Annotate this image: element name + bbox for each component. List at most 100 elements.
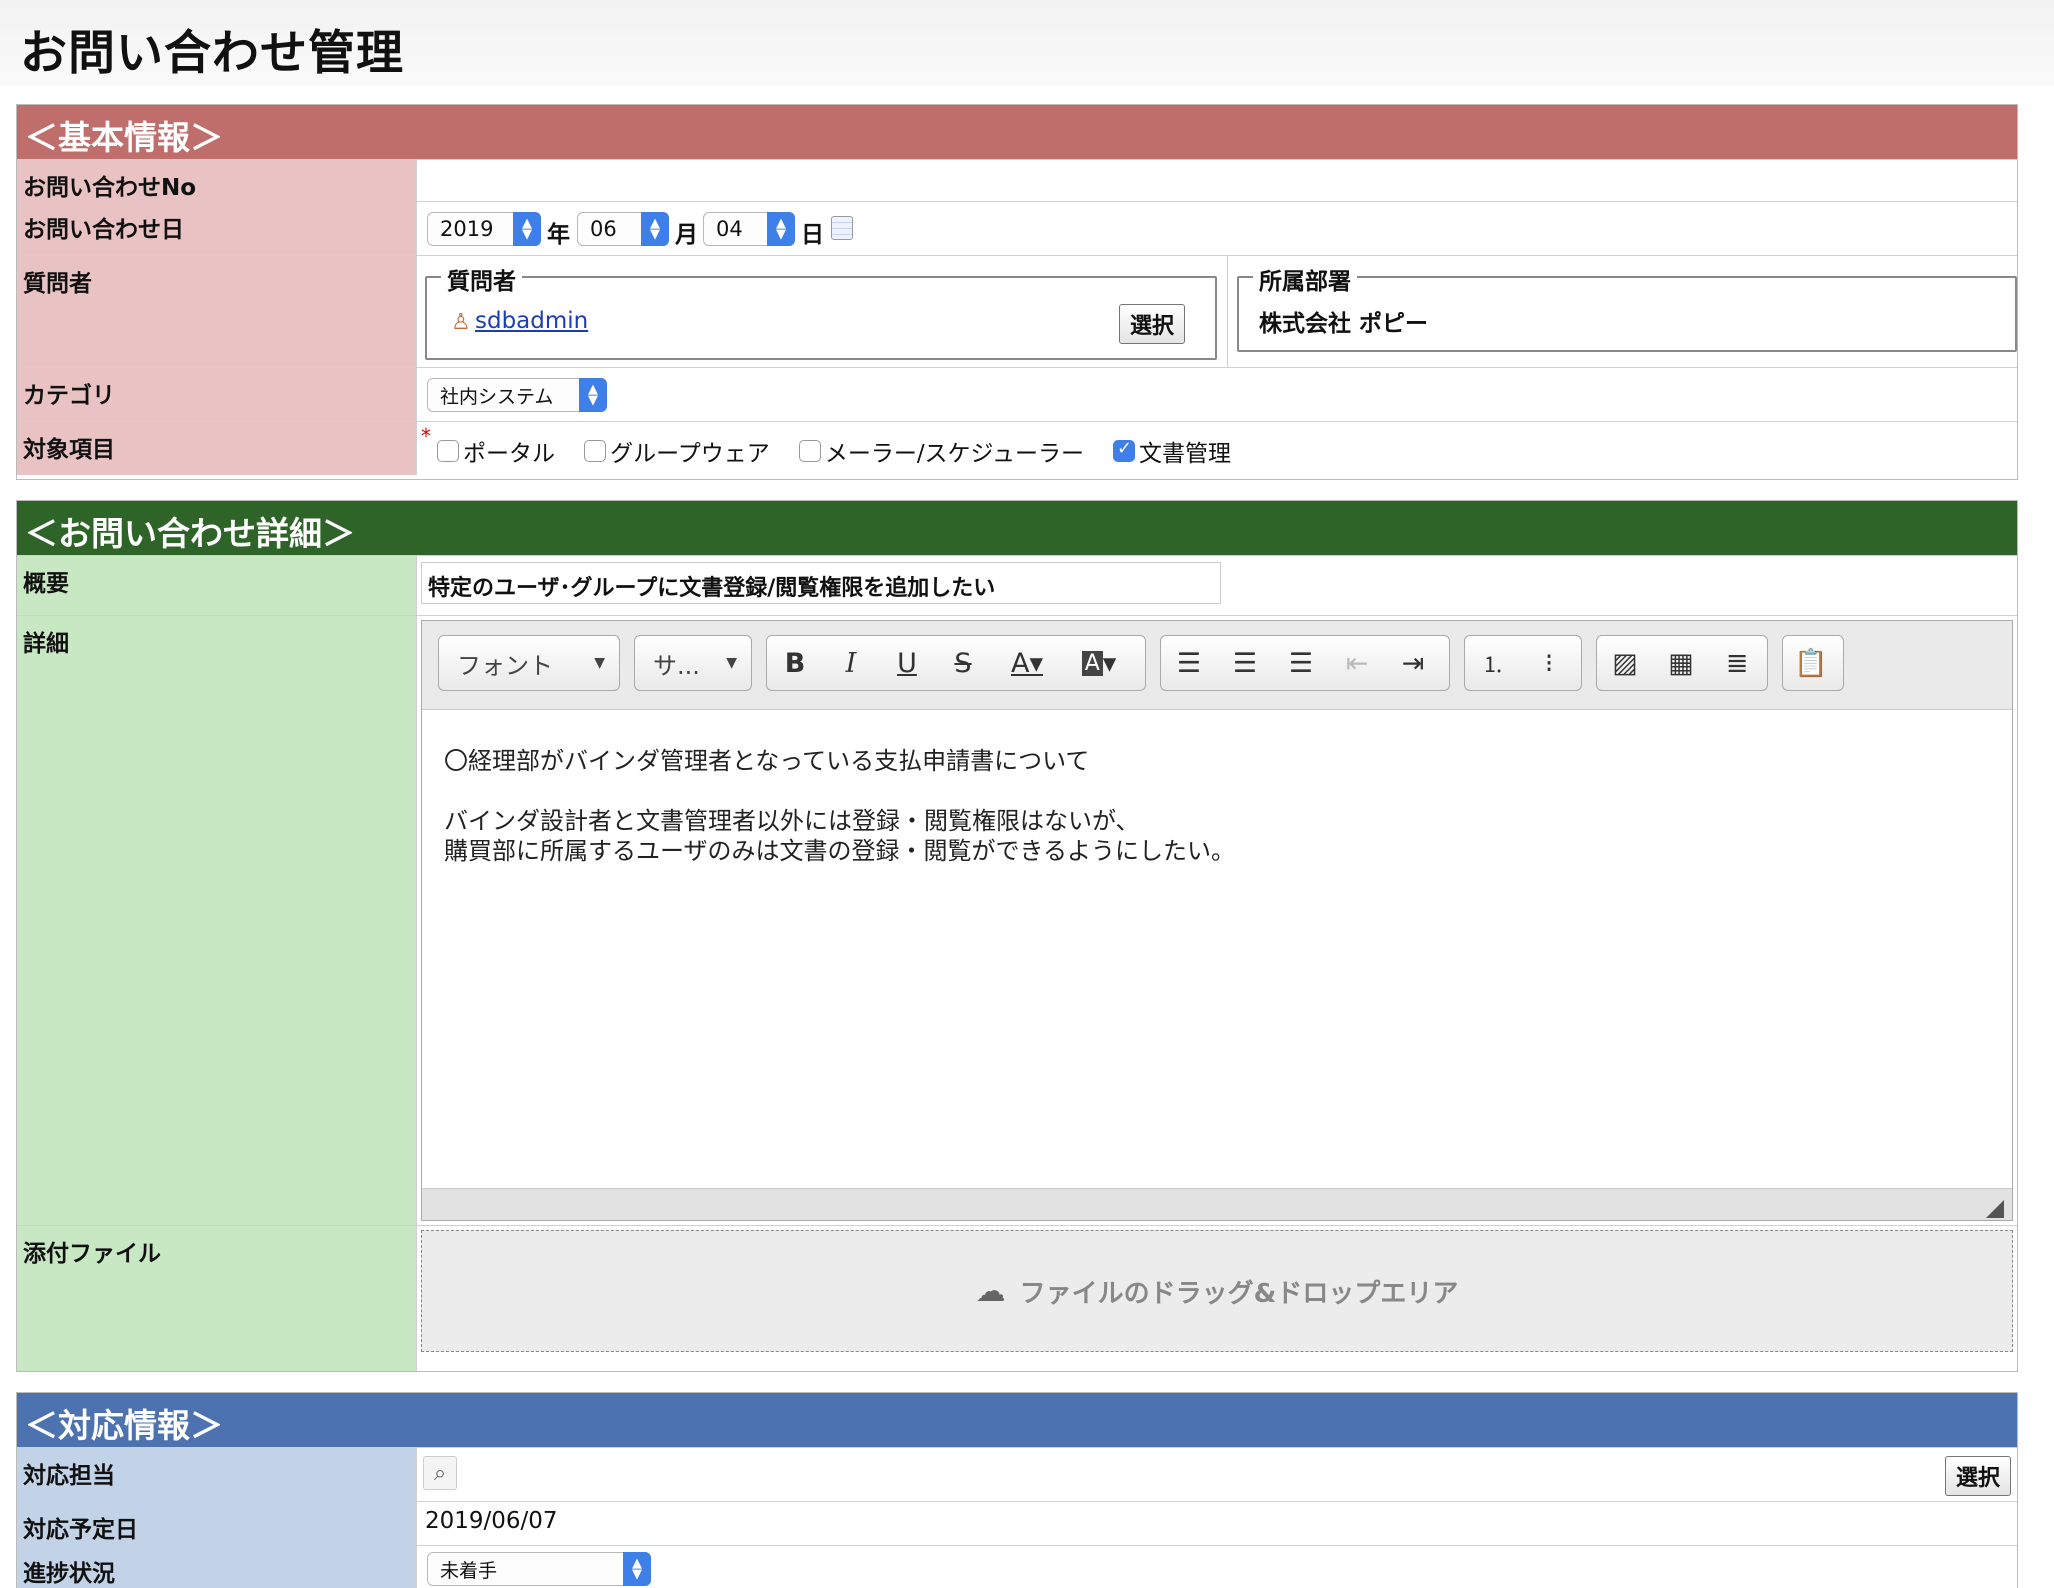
detail-label: 詳細	[17, 616, 417, 1225]
chevron-updown-icon: ▲ ▼	[623, 1552, 651, 1586]
dept-value: 株式会社 ポピー	[1259, 311, 1429, 337]
target-label: 対象項目	[17, 422, 417, 475]
inquiry-date-row: お問い合わせ日 2019 ▲ ▼ 年 06 ▲ ▼ 月 04 ▲ ▼ 日	[17, 201, 2017, 255]
basic-info-header: ＜基本情報＞	[17, 105, 2017, 159]
align-group: ☰ ☰ ☰ ⇤ ⇥	[1160, 635, 1450, 691]
basic-info-section: ＜基本情報＞ お問い合わせNo お問い合わせ日 2019 ▲ ▼ 年 06 ▲ ▼ 月 …	[16, 104, 2018, 480]
align-center-icon[interactable]: ☰	[1217, 635, 1273, 691]
drop-area-text: ファイルのドラッグ&ドロップエリア	[1019, 1278, 1459, 1309]
year-select[interactable]: 2019 ▲ ▼	[427, 212, 541, 246]
status-row: 進捗状況 未着手 ▲ ▼	[17, 1545, 2017, 1588]
text-color-icon[interactable]: A▾	[991, 635, 1063, 691]
background-color-icon[interactable]: A ▾	[1063, 635, 1135, 691]
detail-section: ＜お問い合わせ詳細＞ 概要 特定のユーザ･グループに文書登録/閲覧権限を追加した…	[16, 500, 2018, 1372]
underline-icon[interactable]: U	[879, 635, 935, 691]
day-select[interactable]: 04 ▲ ▼	[703, 212, 795, 246]
editor-line: バインダ設計者と文書管理者以外には登録・閲覧権限はないが、	[444, 807, 1140, 835]
owner-select-button[interactable]: 選択	[1944, 1456, 2011, 1496]
chevron-down-icon: ▼	[726, 655, 737, 671]
target-label-mailer: メーラー/スケジューラー	[824, 441, 1084, 467]
font-dropdown[interactable]: フォント ▼	[438, 635, 620, 691]
chevron-updown-icon: ▲ ▼	[767, 212, 795, 246]
inquiry-no-value	[417, 160, 2017, 201]
target-checkbox-mailer[interactable]	[798, 440, 821, 462]
outdent-icon[interactable]: ⇤	[1329, 635, 1385, 691]
owner-row: 対応担当 ⌕ 選択	[17, 1447, 2017, 1501]
align-right-icon[interactable]: ☰	[1273, 635, 1329, 691]
format-group: B I U S A▾ A ▾	[766, 635, 1146, 691]
size-dropdown[interactable]: サ... ▼	[634, 635, 752, 691]
asker-label: 質問者	[17, 256, 417, 367]
dept-fieldset: 所属部署 株式会社 ポピー	[1237, 262, 2017, 352]
category-select[interactable]: 社内システム ▲ ▼	[427, 378, 607, 412]
calendar-icon[interactable]	[831, 216, 853, 240]
dept-legend: 所属部署	[1253, 262, 1357, 296]
attach-row: 添付ファイル ☁ ファイルのドラッグ&ドロップエリア	[17, 1225, 2017, 1371]
resize-handle-icon[interactable]	[1986, 1200, 2004, 1218]
insert-group: ▨ ▦ ≣	[1596, 635, 1768, 691]
summary-label: 概要	[17, 556, 417, 615]
owner-label: 対応担当	[17, 1448, 417, 1501]
category-label: カテゴリ	[17, 368, 417, 421]
page-header: お問い合わせ管理	[0, 0, 2054, 86]
align-left-icon[interactable]: ☰	[1161, 635, 1217, 691]
rich-text-editor: フォント ▼ サ... ▼ B I U S A▾ A ▾ ☰ ☰ ☰ ⇤ ⇥ ⒈…	[421, 620, 2013, 1221]
target-checkbox-portal[interactable]	[437, 440, 459, 462]
bold-icon[interactable]: B	[767, 635, 823, 691]
chevron-updown-icon: ▲ ▼	[513, 212, 541, 246]
chevron-updown-icon: ▲ ▼	[641, 212, 669, 246]
editor-statusbar	[422, 1188, 2012, 1220]
target-label-document: 文書管理	[1139, 441, 1232, 467]
indent-icon[interactable]: ⇥	[1385, 635, 1441, 691]
list-group: ⒈ ⁝	[1464, 635, 1582, 691]
target-label-portal: ポータル	[463, 441, 555, 467]
target-row: 対象項目 * ポータル グループウェア メーラー/スケジューラー 文書管理	[17, 421, 2017, 475]
inquiry-no-row: お問い合わせNo	[17, 159, 2017, 201]
inquiry-date-label: お問い合わせ日	[17, 202, 417, 255]
editor-line: 〇経理部がバインダ管理者となっている支払申請書について	[444, 747, 1090, 775]
day-unit: 日	[801, 222, 824, 248]
paste-word-group: 📋	[1782, 635, 1844, 691]
target-checkbox-document[interactable]	[1113, 438, 1136, 462]
user-icon: ♙	[451, 310, 471, 335]
detail-row: 詳細 フォント ▼ サ... ▼ B I U S A▾ A ▾ ☰ ☰ ☰ ⇤ …	[17, 615, 2017, 1225]
editor-content[interactable]: 〇経理部がバインダ管理者となっている支払申請書について バインダ設計者と文書管理…	[422, 709, 2012, 1193]
year-unit: 年	[547, 222, 570, 248]
chevron-down-icon: ▼	[594, 655, 605, 671]
bullet-list-icon[interactable]: ⁝	[1521, 635, 1577, 691]
summary-input[interactable]: 特定のユーザ･グループに文書登録/閲覧権限を追加したい	[421, 562, 1221, 604]
month-select[interactable]: 06 ▲ ▼	[577, 212, 669, 246]
chevron-updown-icon: ▲ ▼	[579, 378, 607, 412]
table-icon[interactable]: ▦	[1653, 635, 1709, 691]
due-label: 対応予定日	[17, 1502, 417, 1545]
target-checkbox-groupware[interactable]	[584, 440, 607, 462]
asker-row: 質問者 質問者 ♙ sdbadmin 選択 所属部署 株式会社 ポピー	[17, 255, 2017, 368]
asker-legend: 質問者	[441, 262, 522, 296]
category-row: カテゴリ 社内システム ▲ ▼	[17, 367, 2017, 421]
status-label: 進捗状況	[17, 1546, 417, 1588]
attach-label: 添付ファイル	[17, 1226, 417, 1371]
file-drop-area[interactable]: ☁ ファイルのドラッグ&ドロップエリア	[421, 1230, 2013, 1352]
asker-fieldset: 質問者 ♙ sdbadmin 選択	[425, 262, 1217, 360]
detail-header: ＜お問い合わせ詳細＞	[17, 501, 2017, 555]
asker-user-link[interactable]: sdbadmin	[475, 308, 588, 334]
response-section: ＜対応情報＞ 対応担当 ⌕ 選択 対応予定日 2019/06/07 進捗状況 未…	[16, 1392, 2018, 1588]
strikethrough-icon[interactable]: S	[935, 635, 991, 691]
status-select[interactable]: 未着手 ▲ ▼	[427, 1552, 651, 1586]
summary-row: 概要 特定のユーザ･グループに文書登録/閲覧権限を追加したい	[17, 555, 2017, 615]
page-title: お問い合わせ管理	[20, 26, 404, 81]
ordered-list-icon[interactable]: ⒈	[1465, 635, 1521, 691]
due-row: 対応予定日 2019/06/07	[17, 1501, 2017, 1545]
required-mark: *	[421, 424, 431, 448]
divider	[1227, 256, 1228, 368]
target-label-groupware: グループウェア	[610, 441, 770, 467]
response-header: ＜対応情報＞	[17, 1393, 2017, 1447]
search-icon[interactable]: ⌕	[423, 1456, 457, 1490]
horizontal-rule-icon[interactable]: ≣	[1709, 635, 1765, 691]
asker-select-button[interactable]: 選択	[1119, 304, 1186, 344]
image-icon[interactable]: ▨	[1597, 635, 1653, 691]
editor-line: 購買部に所属するユーザのみは文書の登録・閲覧ができるようにしたい。	[444, 837, 1236, 865]
italic-icon[interactable]: I	[823, 635, 879, 691]
paste-word-icon[interactable]: 📋	[1783, 635, 1839, 691]
